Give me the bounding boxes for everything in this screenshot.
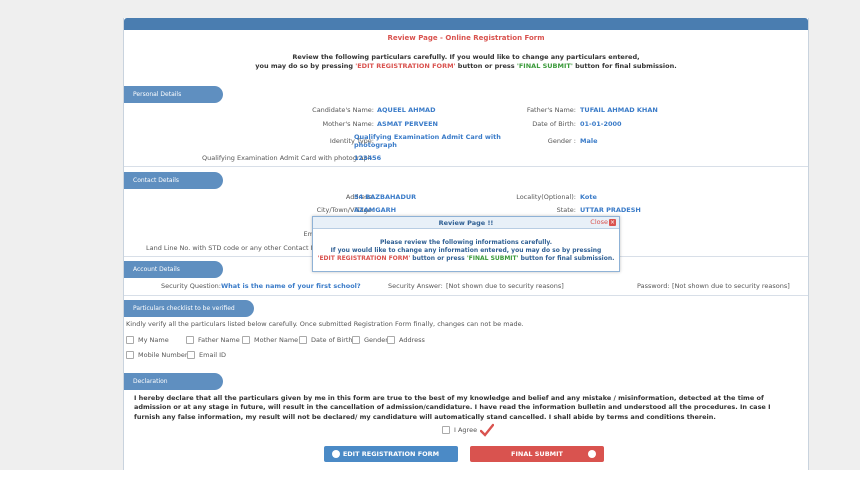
intro-edit-ref: 'EDIT REGISTRATION FORM'	[355, 62, 456, 70]
checkbox[interactable]	[186, 336, 194, 344]
check-label: Email ID	[199, 351, 227, 359]
form-title: Review Page - Online Registration Form	[387, 34, 545, 42]
review-modal: Review Page !! Close × Please review the …	[312, 216, 620, 272]
modal-text: button or press	[410, 254, 467, 262]
intro-text: button for final submission.	[572, 62, 677, 70]
check-dob[interactable]: Date of Birth	[299, 336, 353, 344]
locality-label: Locality(Optional):	[516, 193, 576, 201]
state-label: State:	[556, 206, 576, 214]
checkbox[interactable]	[187, 351, 195, 359]
section-contact-details: Contact Details	[124, 172, 223, 189]
agree-checkbox-row[interactable]: I Agree	[442, 426, 477, 434]
checkmark-icon	[480, 423, 494, 437]
checklist-instruction: Kindly verify all the particulars listed…	[126, 320, 524, 328]
check-gender[interactable]: Gender	[352, 336, 388, 344]
close-icon[interactable]: ×	[609, 218, 616, 226]
page-bottom	[0, 470, 860, 478]
check-label: My Name	[138, 336, 169, 344]
security-answer-value: [Not shown due to security reasons]	[446, 282, 564, 290]
arrow-left-icon	[332, 450, 340, 458]
modal-header: Review Page !! Close ×	[313, 217, 619, 229]
check-father-name[interactable]: Father Name	[186, 336, 240, 344]
section-checklist: Particulars checklist to be verified	[124, 300, 254, 317]
check-mother-name[interactable]: Mother Name	[242, 336, 298, 344]
modal-line: 'EDIT REGISTRATION FORM' button or press…	[313, 255, 619, 263]
modal-title: Review Page !!	[438, 219, 494, 227]
checkbox[interactable]	[126, 336, 134, 344]
father-name-value: TUFAIL AHMAD KHAN	[580, 106, 658, 114]
intro-line-1: Review the following particulars careful…	[292, 53, 640, 61]
modal-final-ref: 'FINAL SUBMIT'	[466, 254, 519, 262]
security-question-label: Security Question:	[160, 282, 221, 290]
gender-label: Gender :	[547, 137, 576, 145]
security-answer-label: Security Answer:	[388, 282, 443, 290]
modal-edit-ref: 'EDIT REGISTRATION FORM'	[317, 254, 411, 262]
check-label: Mobile Number	[138, 351, 188, 359]
locality-value: Kote	[580, 193, 597, 201]
check-my-name[interactable]: My Name	[126, 336, 169, 344]
security-question-value: What is the name of your first school?	[221, 282, 361, 290]
check-mobile[interactable]: Mobile Number	[126, 351, 188, 359]
checkbox[interactable]	[126, 351, 134, 359]
address-value: 54 BAZBAHADUR	[354, 193, 417, 201]
checkbox[interactable]	[352, 336, 360, 344]
city-value: AZAMGARH	[354, 206, 397, 214]
checkbox[interactable]	[299, 336, 307, 344]
identity-type-line: photograph	[354, 141, 397, 149]
arrow-right-icon	[588, 450, 596, 458]
section-declaration: Declaration	[124, 373, 223, 390]
password-value: [Not shown due to security reasons]	[672, 282, 790, 290]
identity-type-value: Qualifying Examination Admit Card with p…	[354, 133, 501, 149]
intro-line-2: you may do so by pressing 'EDIT REGISTRA…	[124, 62, 808, 71]
father-name-label: Father's Name:	[526, 106, 576, 114]
modal-body: Please review the following informations…	[313, 239, 619, 262]
state-value: UTTAR PRADESH	[580, 206, 641, 214]
landline-label: Land Line No. with STD code or any other…	[146, 244, 320, 252]
admit-card-label: Qualifying Examination Admit Card with p…	[202, 154, 374, 162]
form-intro: Review the following particulars careful…	[124, 53, 808, 71]
form-header-bar	[124, 18, 808, 30]
close-label: Close	[590, 218, 608, 226]
checkbox[interactable]	[387, 336, 395, 344]
divider	[124, 295, 808, 296]
modal-text: button for final submission.	[518, 254, 615, 262]
gender-value: Male	[580, 137, 598, 145]
check-label: Address	[399, 336, 425, 344]
password-label: Password:	[637, 282, 670, 290]
check-address[interactable]: Address	[387, 336, 425, 344]
check-label: Father Name	[198, 336, 240, 344]
section-account-details: Account Details	[124, 261, 223, 278]
admit-card-value: 123456	[354, 154, 382, 162]
check-label: Gender	[364, 336, 388, 344]
final-submit-button[interactable]: FINAL SUBMIT	[470, 446, 604, 462]
agree-label: I Agree	[454, 426, 478, 434]
modal-line: If you would like to change any informat…	[330, 246, 602, 254]
mother-name-label: Mother's Name:	[322, 120, 374, 128]
dob-label: Date of Birth:	[532, 120, 576, 128]
agree-checkbox[interactable]	[442, 426, 450, 434]
final-button-label: FINAL SUBMIT	[511, 450, 563, 458]
dob-value: 01-01-2000	[580, 120, 622, 128]
intro-text: button or press	[455, 62, 517, 70]
edit-button-label: EDIT REGISTRATION FORM	[342, 450, 440, 458]
intro-text: you may do so by pressing	[255, 62, 356, 70]
checkbox[interactable]	[242, 336, 250, 344]
check-email[interactable]: Email ID	[187, 351, 226, 359]
declaration-text: I hereby declare that all the particular…	[134, 394, 771, 421]
divider	[124, 166, 808, 167]
edit-registration-button[interactable]: EDIT REGISTRATION FORM	[324, 446, 458, 462]
candidate-name-label: Candidate's Name:	[312, 106, 374, 114]
modal-close-button[interactable]: Close ×	[590, 218, 616, 226]
intro-final-ref: 'FINAL SUBMIT'	[516, 62, 573, 70]
mother-name-value: ASMAT PERVEEN	[377, 120, 438, 128]
check-label: Mother Name	[254, 336, 299, 344]
modal-line: Please review the following informations…	[379, 239, 553, 246]
candidate-name-value: AQUEEL AHMAD	[377, 106, 436, 114]
check-label: Date of Birth	[311, 336, 353, 344]
section-personal-details: Personal Details	[124, 86, 223, 103]
identity-type-line: Qualifying Examination Admit Card with	[354, 133, 501, 141]
